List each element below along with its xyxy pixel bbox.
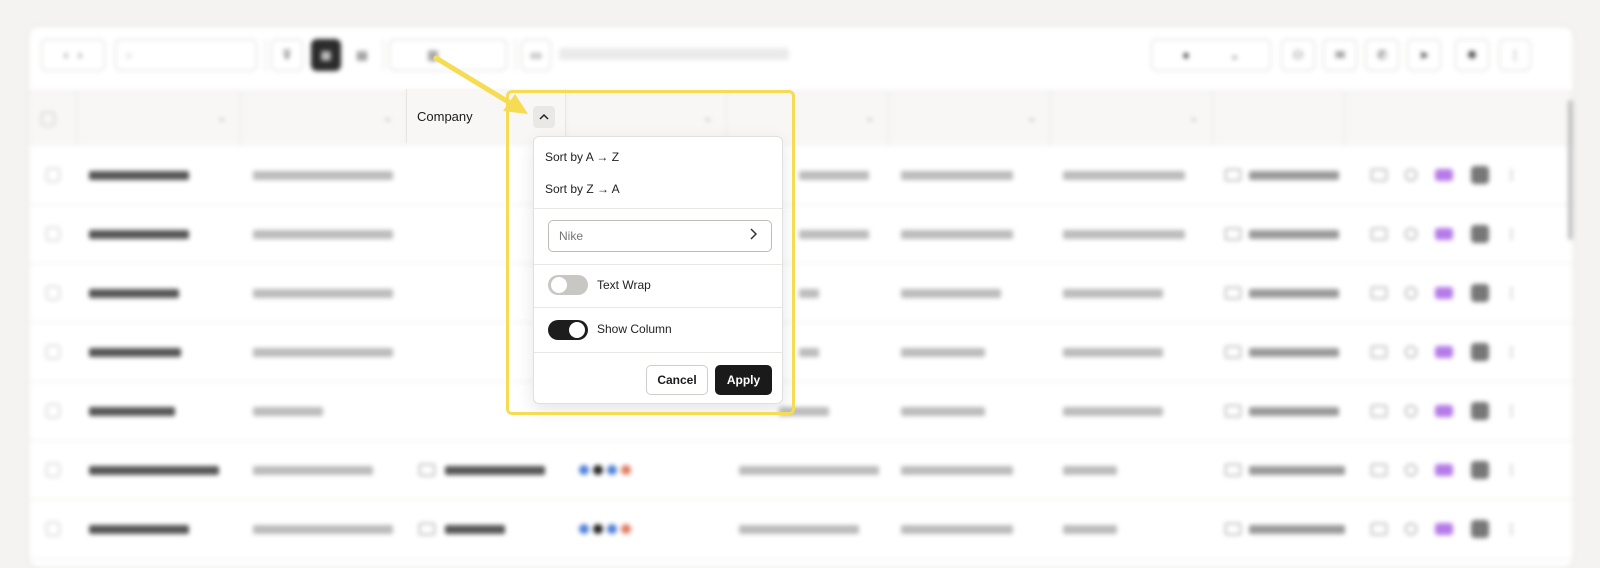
annotation-arrow-icon: [433, 55, 528, 114]
